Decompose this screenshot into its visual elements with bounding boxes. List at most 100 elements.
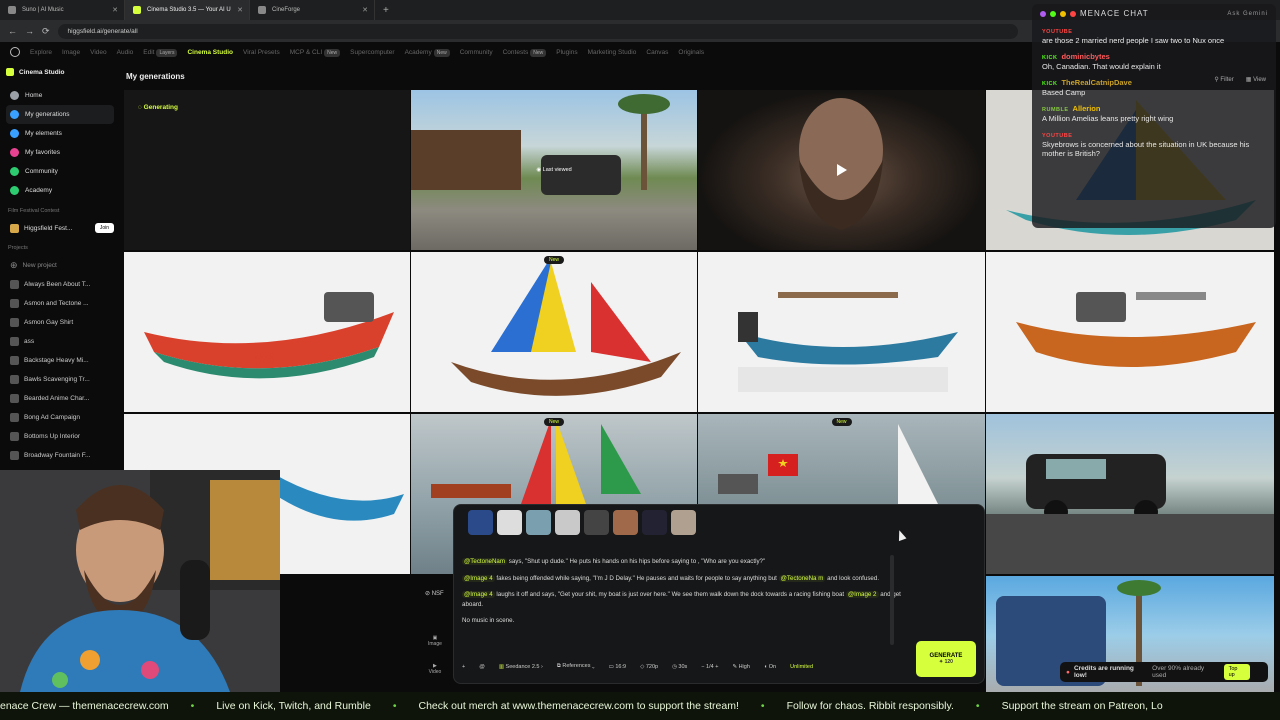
nav-audio[interactable]: Audio bbox=[117, 49, 134, 56]
references-select[interactable]: ⧉ References ⌄ bbox=[557, 663, 595, 670]
reference-thumbnail[interactable] bbox=[671, 510, 696, 535]
new-tab-button[interactable]: + bbox=[375, 5, 397, 16]
nsfw-toggle[interactable]: ⊘ NSF bbox=[425, 590, 444, 597]
quality-select[interactable]: ✎ High bbox=[732, 664, 749, 670]
generation-card[interactable] bbox=[986, 414, 1274, 574]
tab-cinema-studio[interactable]: Cinema Studio 3.5 — Your AI U ✕ bbox=[125, 0, 250, 20]
reference-thumbnail[interactable] bbox=[526, 510, 551, 535]
project-thumbnail bbox=[10, 413, 19, 422]
project-item[interactable]: Asmon and Tectone ... bbox=[6, 294, 114, 313]
dot-icon bbox=[1060, 10, 1066, 17]
nav-image[interactable]: Image bbox=[62, 49, 80, 56]
nav-explore[interactable]: Explore bbox=[30, 49, 52, 56]
generation-card[interactable]: ◉ Last viewed bbox=[411, 90, 697, 250]
add-icon[interactable]: + bbox=[462, 664, 465, 670]
project-item[interactable]: ass bbox=[6, 332, 114, 351]
reference-thumbnail[interactable] bbox=[584, 510, 609, 535]
sidebar-item-my-generations[interactable]: My generations bbox=[6, 105, 114, 124]
nav-viral-presets[interactable]: Viral Presets bbox=[243, 49, 280, 56]
tab-cineforge[interactable]: CineForge ✕ bbox=[250, 0, 375, 20]
nav-contests[interactable]: Contests New bbox=[503, 48, 547, 57]
reference-thumbnail[interactable] bbox=[555, 510, 580, 535]
nav-video[interactable]: Video bbox=[90, 49, 107, 56]
project-item[interactable]: Backstage Heavy Mi... bbox=[6, 351, 114, 370]
project-item[interactable]: Always Been About T... bbox=[6, 275, 114, 294]
resolution-select[interactable]: ◇ 720p bbox=[640, 664, 658, 670]
new-badge: New bbox=[543, 256, 565, 264]
menace-chat-overlay: MENACE CHAT Ask Gemini YOUTUBE are those … bbox=[1032, 4, 1276, 228]
video-mode-button[interactable]: ▶ Video bbox=[428, 663, 442, 675]
project-thumbnail bbox=[10, 356, 19, 365]
project-item[interactable]: Bottoms Up Interior bbox=[6, 427, 114, 446]
sidebar-brand[interactable]: Cinema Studio bbox=[6, 68, 114, 76]
prompt-panel: @TectoneNam says, "Shut up dude." He put… bbox=[428, 504, 985, 684]
higgsfield-logo-icon[interactable] bbox=[10, 47, 20, 57]
festival-item[interactable]: Higgsfield Fest... Join bbox=[6, 219, 114, 237]
project-item[interactable]: Bawls Scavenging Tr... bbox=[6, 370, 114, 389]
sidebar-item-community[interactable]: Community bbox=[6, 162, 114, 181]
generation-card[interactable]: New bbox=[411, 252, 697, 412]
image-mode-button[interactable]: ▣ Image bbox=[428, 635, 442, 647]
view-button[interactable]: ▦ View bbox=[1246, 76, 1266, 83]
chat-message: YOUTUBE are those 2 married nerd people I… bbox=[1042, 29, 1225, 46]
close-tab-icon[interactable]: ✕ bbox=[237, 6, 243, 14]
filter-button[interactable]: ⚲ Filter bbox=[1214, 76, 1233, 83]
project-item[interactable]: Bearded Anime Char... bbox=[6, 389, 114, 408]
sidebar-item-my-elements[interactable]: My elements bbox=[6, 124, 114, 143]
reference-thumbnail[interactable] bbox=[613, 510, 638, 535]
generation-card[interactable]: 88 bbox=[124, 252, 410, 412]
generation-card[interactable] bbox=[698, 252, 985, 412]
new-badge: New bbox=[433, 48, 450, 57]
forward-icon[interactable]: → bbox=[25, 26, 34, 36]
festival-thumbnail bbox=[10, 223, 19, 233]
nav-supercomputer[interactable]: Supercomputer bbox=[350, 49, 394, 56]
nav-originals[interactable]: Originals bbox=[678, 49, 704, 56]
join-button[interactable]: Join bbox=[94, 223, 114, 233]
generation-card[interactable] bbox=[986, 252, 1274, 412]
racing-boat-image bbox=[1016, 292, 1256, 367]
svg-text:88: 88 bbox=[254, 348, 274, 368]
project-thumbnail bbox=[10, 299, 19, 308]
reference-thumbnail[interactable] bbox=[497, 510, 522, 535]
project-item[interactable]: Asmon Gay Shirt bbox=[6, 313, 114, 332]
project-item[interactable]: Bong Ad Campaign bbox=[6, 408, 114, 427]
url-field[interactable]: higgsfield.ai/generate/all bbox=[57, 23, 1018, 39]
project-item[interactable]: Broadway Fountain F... bbox=[6, 446, 114, 465]
nav-plugins[interactable]: Plugins bbox=[556, 49, 577, 56]
top-up-button[interactable]: Top up bbox=[1223, 664, 1250, 680]
nav-marketing-studio[interactable]: Marketing Studio bbox=[588, 49, 637, 56]
nav-community[interactable]: Community bbox=[460, 49, 493, 56]
model-select[interactable]: ▥ Seedance 2.5 › bbox=[499, 664, 543, 670]
project-thumbnail bbox=[10, 451, 19, 460]
sidebar-item-home[interactable]: Home bbox=[6, 86, 114, 105]
sidebar-item-my-favorites[interactable]: My favorites bbox=[6, 143, 114, 162]
aspect-ratio-select[interactable]: ▭ 16:9 bbox=[609, 664, 626, 670]
generate-button[interactable]: GENERATE ✦ 120 bbox=[916, 641, 976, 677]
plus-icon: ⊕ bbox=[10, 260, 18, 270]
count-stepper[interactable]: − 1/4 + bbox=[701, 664, 718, 670]
new-project-button[interactable]: ⊕ New project bbox=[6, 256, 114, 275]
close-tab-icon[interactable]: ✕ bbox=[112, 6, 118, 14]
racing-boat-88-image: 88 bbox=[144, 292, 394, 379]
prompt-textarea[interactable]: @TectoneNam says, "Shut up dude." He put… bbox=[462, 557, 902, 633]
generation-card[interactable] bbox=[698, 90, 985, 250]
mention-icon[interactable]: @ bbox=[479, 664, 485, 670]
duration-select[interactable]: ◷ 30s bbox=[672, 664, 687, 670]
reload-icon[interactable]: ⟳ bbox=[42, 26, 50, 37]
sidebar-item-academy[interactable]: Academy bbox=[6, 181, 114, 200]
nav-academy[interactable]: Academy New bbox=[405, 48, 450, 57]
nav-mcp-cli[interactable]: MCP & CLI New bbox=[290, 48, 341, 57]
audio-toggle[interactable]: ◖ On bbox=[764, 664, 776, 670]
reference-thumbnail[interactable] bbox=[642, 510, 667, 535]
close-tab-icon[interactable]: ✕ bbox=[362, 6, 368, 14]
back-icon[interactable]: ← bbox=[8, 26, 17, 36]
prompt-scrollbar[interactable] bbox=[890, 555, 894, 645]
nav-cinema-studio[interactable]: Cinema Studio bbox=[187, 49, 233, 56]
play-icon[interactable] bbox=[836, 164, 847, 176]
tab-suno[interactable]: Suno | AI Music ✕ bbox=[0, 0, 125, 20]
mode-switcher: ▣ Image ▶ Video bbox=[428, 635, 442, 675]
warning-icon: ● bbox=[1066, 668, 1070, 676]
nav-edit[interactable]: Edit Layers bbox=[143, 48, 178, 57]
reference-thumbnail[interactable] bbox=[468, 510, 493, 535]
nav-canvas[interactable]: Canvas bbox=[646, 49, 668, 56]
